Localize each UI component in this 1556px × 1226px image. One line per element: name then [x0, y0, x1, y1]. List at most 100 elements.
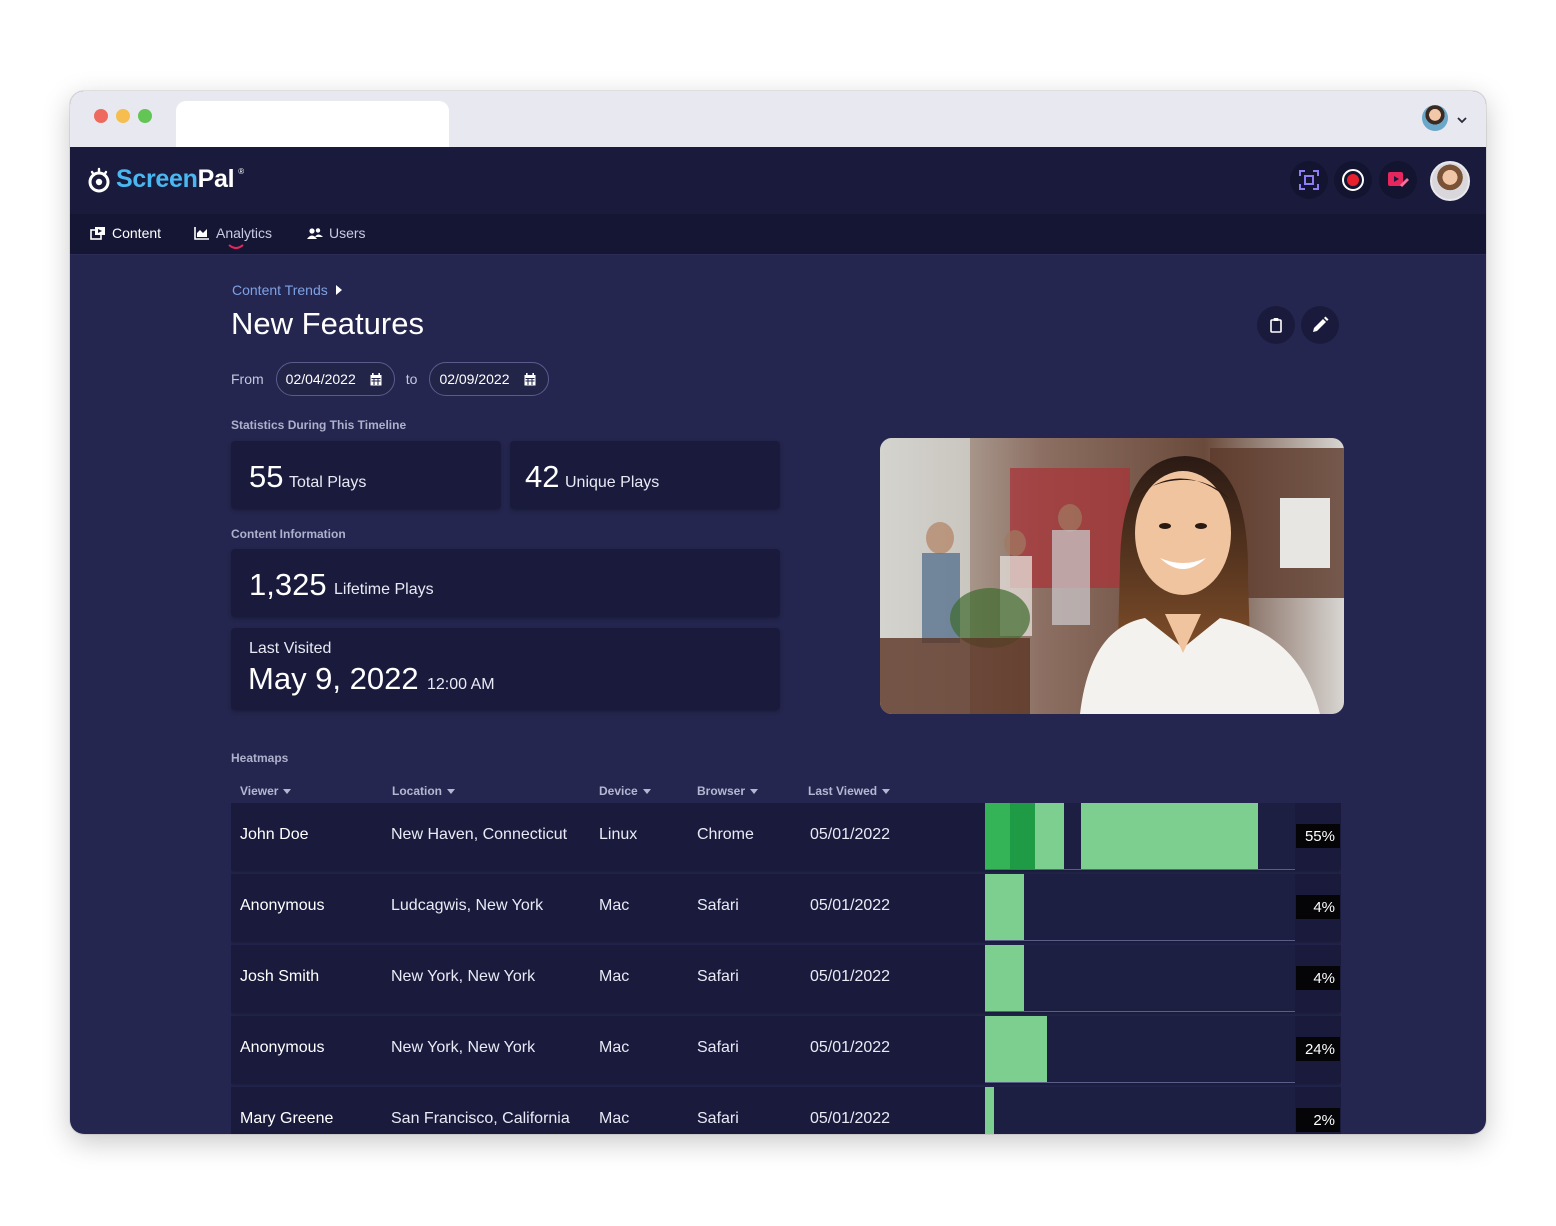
percent-badge: 4% — [1296, 966, 1340, 990]
screenshot-icon — [1299, 170, 1319, 190]
clipboard-icon — [1270, 318, 1282, 333]
edit-button[interactable] — [1301, 306, 1339, 344]
last-visited-card: Last Visited May 9, 2022 12:00 AM — [231, 628, 780, 710]
sort-caret-icon — [447, 788, 455, 794]
nav-users-label: Users — [329, 225, 366, 241]
chevron-down-icon[interactable] — [1456, 114, 1468, 126]
sort-caret-icon — [283, 788, 292, 794]
lifetime-plays-card: 1,325 Lifetime Plays — [231, 549, 780, 617]
column-header-label: Device — [599, 784, 638, 798]
heatmap-bar — [985, 874, 1295, 941]
total-plays-value: 55 — [249, 459, 284, 494]
app-header: ScreenPal ® — [70, 147, 1486, 214]
table-row[interactable]: Anonymous New York, New York Mac Safari … — [231, 1016, 1341, 1083]
record-button[interactable] — [1334, 161, 1372, 199]
heatmap-bar — [985, 945, 1295, 1012]
device-cell: Linux — [599, 826, 638, 843]
viewer-cell: Anonymous — [240, 1039, 325, 1056]
page-title: New Features — [231, 306, 424, 341]
viewer-cell: Anonymous — [240, 897, 325, 914]
column-header-location[interactable]: Location — [392, 784, 455, 798]
column-header-last-viewed[interactable]: Last Viewed — [808, 784, 891, 798]
heatmaps-section-label: Heatmaps — [231, 751, 289, 765]
percent-badge: 55% — [1296, 824, 1340, 848]
nav-content[interactable]: Content — [90, 225, 161, 241]
breadcrumb-link[interactable]: Content Trends — [232, 282, 328, 298]
location-cell: San Francisco, California — [391, 1110, 570, 1127]
browser-profile-avatar[interactable] — [1422, 105, 1448, 131]
heatmap-segment — [1035, 803, 1064, 869]
device-cell: Mac — [599, 897, 630, 914]
browser-cell: Safari — [697, 1039, 739, 1056]
browser-cell: Safari — [697, 968, 739, 985]
minimize-window-button[interactable] — [116, 109, 130, 123]
statistics-section-label: Statistics During This Timeline — [231, 418, 407, 432]
to-label: to — [405, 371, 418, 387]
browser-chrome — [70, 91, 1486, 147]
content-icon — [90, 227, 105, 240]
heatmap-segment — [1010, 803, 1035, 869]
percent-badge: 24% — [1296, 1037, 1340, 1061]
caret-right-icon — [335, 285, 342, 295]
last-visited-time: 12:00 AM — [427, 676, 495, 693]
nav-analytics-label: Analytics — [216, 225, 273, 241]
browser-cell: Chrome — [697, 826, 754, 843]
heatmap-bar — [985, 1016, 1295, 1083]
table-row[interactable]: Anonymous Ludcagwis, New York Mac Safari… — [231, 874, 1341, 941]
unique-plays-label: Unique Plays — [565, 474, 660, 491]
total-plays-card: 55 Total Plays — [231, 441, 501, 509]
location-cell: New York, New York — [391, 1039, 536, 1056]
nav-analytics[interactable]: Analytics — [194, 225, 272, 241]
column-header-device[interactable]: Device — [599, 784, 651, 798]
viewer-cell: Josh Smith — [240, 968, 320, 985]
from-date-value: 02/04/2022 — [285, 371, 356, 387]
heatmap-bar — [985, 803, 1295, 870]
heatmap-bar — [985, 1087, 1295, 1134]
calendar-icon — [524, 372, 536, 385]
column-header-label: Last Viewed — [808, 784, 878, 798]
close-window-button[interactable] — [94, 109, 108, 123]
table-row[interactable]: John Doe New Haven, Connecticut Linux Ch… — [231, 803, 1341, 870]
browser-window: ScreenPal ® Content Analytics Users Cont… — [70, 91, 1486, 1134]
device-cell: Mac — [599, 968, 630, 985]
users-icon — [307, 227, 323, 239]
last-viewed-cell: 05/01/2022 — [810, 826, 891, 843]
column-header-viewer[interactable]: Viewer — [240, 784, 292, 798]
from-date-picker[interactable]: 02/04/2022 — [275, 362, 395, 396]
heatmap-segment — [985, 1016, 1047, 1082]
video-editor-button[interactable] — [1379, 161, 1417, 199]
video-thumbnail[interactable] — [880, 438, 1344, 714]
breadcrumb: Content Trends — [232, 282, 342, 298]
nav-users[interactable]: Users — [307, 225, 366, 241]
copy-button[interactable] — [1257, 306, 1295, 344]
unique-plays-card: 42 Unique Plays — [510, 441, 780, 509]
logo-wordmark: ScreenPal — [116, 165, 235, 194]
table-row[interactable]: Josh Smith New York, New York Mac Safari… — [231, 945, 1341, 1012]
heatmap-segment — [985, 803, 1010, 869]
date-range: From 02/04/2022 to 02/09/2022 — [231, 362, 549, 396]
browser-tab[interactable] — [176, 101, 449, 147]
last-viewed-cell: 05/01/2022 — [810, 968, 891, 985]
device-cell: Mac — [599, 1039, 630, 1056]
logo-pal: Pal — [197, 165, 235, 193]
device-cell: Mac — [599, 1110, 630, 1127]
table-row[interactable]: Mary Greene San Francisco, California Ma… — [231, 1087, 1341, 1134]
sort-caret-icon — [882, 788, 891, 794]
user-avatar[interactable] — [1430, 161, 1470, 201]
unique-plays-value: 42 — [525, 459, 560, 494]
screenshot-button[interactable] — [1290, 161, 1328, 199]
location-cell: New Haven, Connecticut — [391, 826, 568, 843]
last-viewed-cell: 05/01/2022 — [810, 1039, 891, 1056]
nav-content-label: Content — [112, 225, 162, 241]
screenpal-logo[interactable]: ScreenPal ® — [86, 165, 244, 194]
percent-badge: 2% — [1296, 1108, 1340, 1132]
chart-icon — [194, 227, 209, 240]
last-viewed-cell: 05/01/2022 — [810, 897, 891, 914]
browser-cell: Safari — [697, 1110, 739, 1127]
viewer-cell: John Doe — [240, 826, 309, 843]
to-date-picker[interactable]: 02/09/2022 — [429, 362, 549, 396]
heatmap-segment — [985, 1087, 994, 1134]
maximize-window-button[interactable] — [138, 109, 152, 123]
lifetime-plays-value: 1,325 — [249, 567, 327, 602]
column-header-browser[interactable]: Browser — [697, 784, 759, 798]
